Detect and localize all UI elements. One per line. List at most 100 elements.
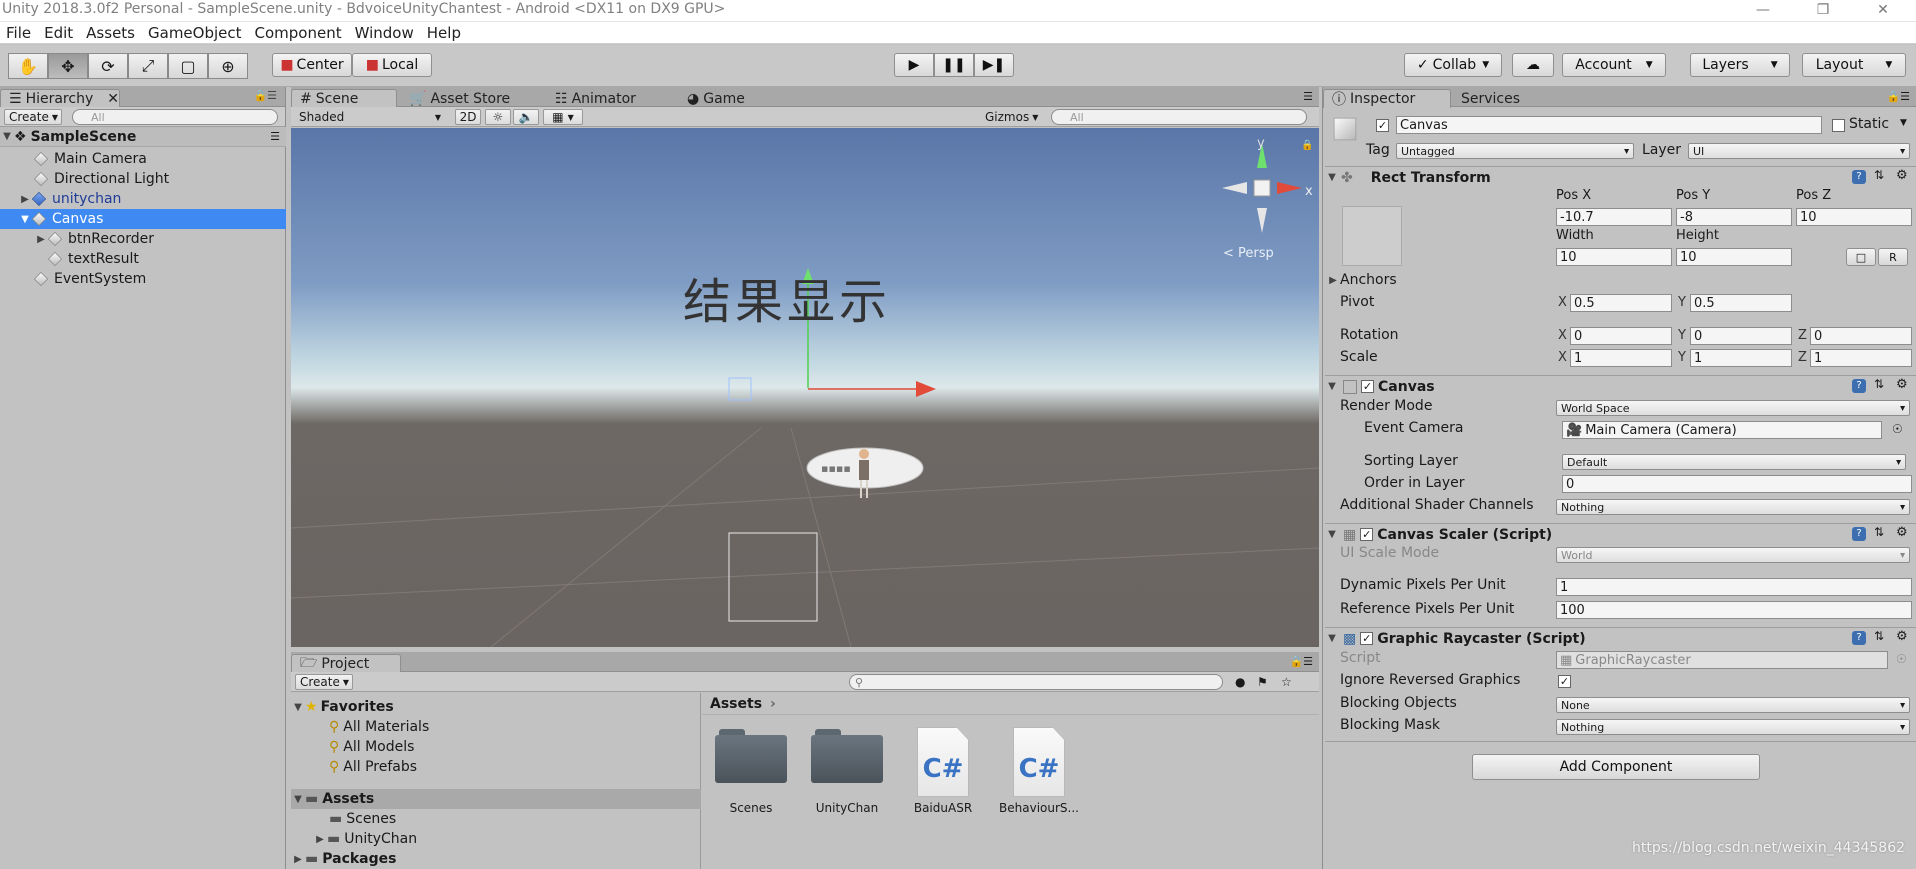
rppu-input[interactable]: 100: [1556, 601, 1912, 619]
anchors-row[interactable]: ▶ Anchors: [1326, 270, 1397, 290]
help-icon[interactable]: ?: [1852, 631, 1866, 645]
width-input[interactable]: 10: [1556, 248, 1672, 266]
scale-y-input[interactable]: 1: [1690, 349, 1792, 367]
graphic-raycaster-header[interactable]: ▼ ▩ ✓ Graphic Raycaster (Script): [1325, 627, 1916, 649]
orientation-gizmo[interactable]: [1217, 138, 1307, 248]
close-icon[interactable]: ✕: [107, 91, 119, 107]
posx-input[interactable]: -10.7: [1556, 208, 1672, 226]
expand-arrow-icon[interactable]: ▶: [18, 194, 32, 205]
transform-tool-button[interactable]: ⊕: [208, 53, 248, 79]
project-search-input[interactable]: ⚲: [849, 674, 1223, 690]
shading-dropdown[interactable]: Shaded ▼: [295, 109, 445, 125]
toggle-2d-button[interactable]: 2D: [455, 109, 481, 125]
object-name-input[interactable]: Canvas: [1396, 116, 1822, 134]
expand-arrow-icon[interactable]: ▶: [34, 234, 48, 245]
asset-tile[interactable]: C# BaiduASR: [898, 727, 988, 815]
collapse-arrow-icon[interactable]: ▼: [1325, 633, 1339, 644]
step-button[interactable]: ▶❚: [974, 53, 1014, 77]
list-item[interactable]: ⚲ All Models: [291, 737, 701, 757]
layout-dropdown[interactable]: Layout ▼: [1802, 53, 1906, 77]
scene-viewport[interactable]: 结果显示 ▪▪▪▪ y x 🔒 < Persp: [291, 128, 1319, 647]
menu-gameobject[interactable]: GameObject: [142, 22, 249, 42]
pivot-local-button[interactable]: ■ Local: [352, 53, 432, 77]
rotation-z-input[interactable]: 0: [1810, 327, 1912, 345]
gear-icon[interactable]: ⚙: [1896, 377, 1908, 392]
preset-icon[interactable]: ⇅: [1874, 629, 1884, 643]
effects-dropdown[interactable]: ▦ ▼: [543, 109, 583, 125]
blueprint-mode-button[interactable]: □: [1846, 248, 1876, 266]
list-item[interactable]: ▶ ▬ UnityChan: [291, 829, 701, 849]
expand-arrow-icon[interactable]: ▶: [313, 834, 327, 845]
rect-tool-button[interactable]: ▢: [168, 53, 208, 79]
scene-root-row[interactable]: ▼ ❖ SampleScene ☰: [0, 127, 286, 147]
ignore-reversed-checkbox[interactable]: ✓: [1558, 675, 1571, 688]
scale-tool-button[interactable]: ⤢: [128, 53, 168, 79]
rect-transform-header[interactable]: ▼ ✤ Rect Transform: [1325, 166, 1916, 188]
scene-menu-icon[interactable]: ☰: [270, 130, 280, 143]
list-item-selected[interactable]: ▼ Canvas: [0, 209, 286, 229]
panel-menu-icon[interactable]: ☰: [1303, 90, 1313, 103]
expand-arrow-icon[interactable]: ▶: [291, 854, 305, 865]
tab-hierarchy[interactable]: ☰ Hierarchy ✕: [0, 89, 120, 108]
help-icon[interactable]: ?: [1852, 379, 1866, 393]
play-button[interactable]: ▶: [894, 53, 934, 77]
sorting-layer-dropdown[interactable]: Default: [1562, 454, 1906, 470]
active-checkbox[interactable]: ✓: [1376, 119, 1389, 132]
gear-icon[interactable]: ⚙: [1896, 629, 1908, 644]
canvas-component-header[interactable]: ▼ ✓ Canvas: [1325, 375, 1916, 397]
list-item[interactable]: EventSystem: [0, 269, 286, 289]
order-input[interactable]: 0: [1562, 475, 1912, 493]
menu-assets[interactable]: Assets: [80, 22, 142, 42]
pivot-center-button[interactable]: ■ Center: [272, 53, 352, 77]
panel-menu-icon[interactable]: 🔒☰: [1289, 655, 1313, 668]
event-camera-field[interactable]: 🎥 Main Camera (Camera): [1562, 421, 1882, 439]
preset-icon[interactable]: ⇅: [1874, 168, 1884, 182]
help-icon[interactable]: ?: [1852, 170, 1866, 184]
menu-help[interactable]: Help: [421, 22, 468, 42]
rotate-tool-button[interactable]: ⟳: [88, 53, 128, 79]
posy-input[interactable]: -8: [1676, 208, 1792, 226]
asset-tile[interactable]: Scenes: [706, 727, 796, 815]
menu-file[interactable]: File: [0, 22, 38, 42]
collapse-arrow-icon[interactable]: ▼: [1325, 172, 1339, 183]
star-icon[interactable]: ☆: [1281, 675, 1292, 689]
tab-game[interactable]: ◕ Game: [679, 89, 753, 108]
collapse-arrow-icon[interactable]: ▼: [18, 214, 32, 225]
component-enabled-checkbox[interactable]: ✓: [1360, 632, 1374, 645]
chevron-down-icon[interactable]: ▼: [1900, 118, 1907, 128]
tab-inspector[interactable]: ⓘ Inspector: [1323, 89, 1451, 108]
favorites-row[interactable]: ▼ ★ Favorites: [291, 697, 701, 717]
asset-tile[interactable]: C# BehaviourS...: [994, 727, 1084, 815]
list-item[interactable]: Main Camera: [0, 149, 286, 169]
layer-dropdown[interactable]: UI: [1688, 143, 1910, 159]
tab-scene[interactable]: # Scene: [291, 89, 397, 108]
list-item[interactable]: ▬ Scenes: [291, 809, 701, 829]
dppu-input[interactable]: 1: [1556, 578, 1912, 596]
cloud-button[interactable]: ☁: [1512, 53, 1554, 77]
pivot-x-input[interactable]: 0.5: [1570, 294, 1672, 312]
panel-menu-icon[interactable]: 🔒☰: [253, 89, 277, 102]
packages-row[interactable]: ▶ ▬ Packages: [291, 849, 701, 869]
anchor-preset-button[interactable]: [1342, 206, 1402, 266]
project-create-dropdown[interactable]: Create ▼: [295, 674, 353, 690]
height-input[interactable]: 10: [1676, 248, 1792, 266]
close-icon[interactable]: ✕: [1860, 0, 1906, 22]
raw-edit-button[interactable]: R: [1878, 248, 1908, 266]
persp-label[interactable]: < Persp: [1223, 246, 1274, 261]
list-item[interactable]: ▶ btnRecorder: [0, 229, 286, 249]
tag-dropdown[interactable]: Untagged: [1396, 143, 1634, 159]
scale-z-input[interactable]: 1: [1810, 349, 1912, 367]
rotation-y-input[interactable]: 0: [1690, 327, 1792, 345]
collapse-arrow-icon[interactable]: ▼: [1325, 529, 1339, 540]
pause-button[interactable]: ❚❚: [934, 53, 974, 77]
preset-icon[interactable]: ⇅: [1874, 525, 1884, 539]
blocking-objects-dropdown[interactable]: None: [1556, 697, 1910, 713]
account-dropdown[interactable]: Account ▼: [1562, 53, 1666, 77]
audio-toggle[interactable]: 🔈: [513, 109, 539, 125]
panel-menu-icon[interactable]: 🔒☰: [1886, 90, 1910, 103]
list-item[interactable]: ▶ unitychan: [0, 189, 286, 209]
tab-asset-store[interactable]: 🛒 Asset Store: [401, 89, 518, 108]
render-mode-dropdown[interactable]: World Space: [1556, 400, 1910, 416]
list-item[interactable]: ⚲ All Materials: [291, 717, 701, 737]
expand-arrow-icon[interactable]: ▼: [0, 131, 14, 142]
